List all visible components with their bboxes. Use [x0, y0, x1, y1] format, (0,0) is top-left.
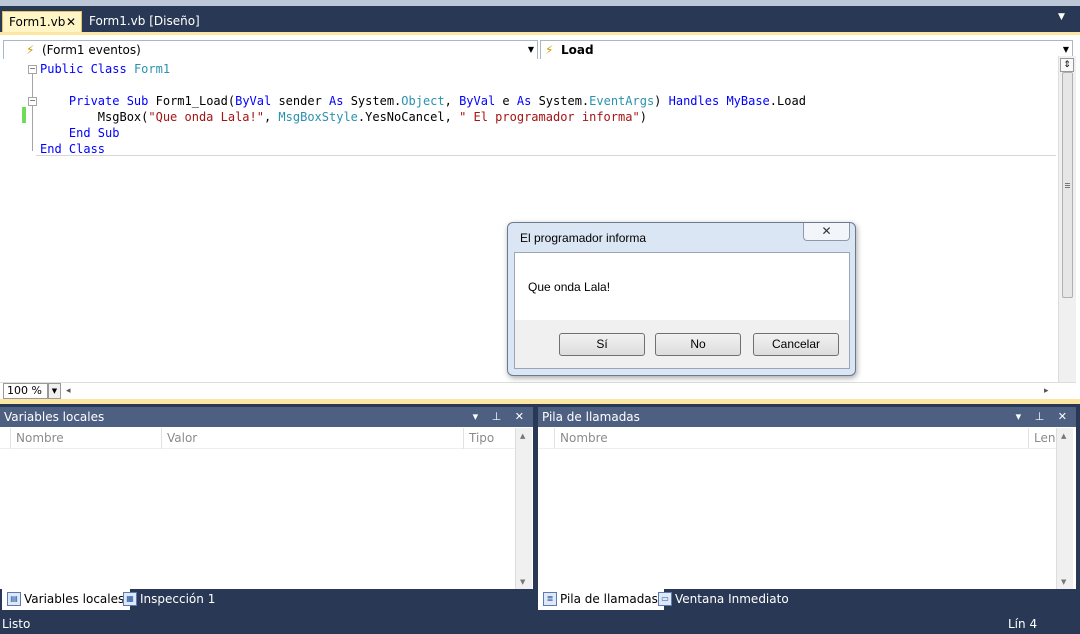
column-header-nombre[interactable]: Nombre — [554, 428, 1028, 448]
scroll-down-icon[interactable]: ▼ — [520, 578, 525, 586]
tab-inspeccion[interactable]: ▦ Inspección 1 — [118, 589, 221, 610]
dialog-message: Que onda Lala! — [528, 280, 611, 294]
chevron-down-icon[interactable]: ▼ — [528, 41, 534, 59]
pane-tools-icon[interactable]: ▾ ⊥ ✕ — [1016, 407, 1072, 427]
tab-label: Form1.vb — [9, 15, 66, 29]
title-strip — [0, 0, 1080, 6]
pane-title: Pila de llamadas — [542, 410, 640, 424]
pane-vertical-scrollbar[interactable]: ▲ ▼ — [1056, 428, 1073, 589]
scroll-up-icon[interactable]: ▲ — [1061, 432, 1066, 440]
column-header-valor[interactable]: Valor — [161, 428, 463, 449]
procedure-separator — [36, 155, 1056, 156]
tab-label: Inspección 1 — [140, 592, 216, 606]
tab-ventana-inmediato[interactable]: ▭ Ventana Inmediato — [653, 589, 795, 610]
column-header-nombre[interactable]: Nombre — [10, 428, 161, 449]
message-area: Que onda Lala! — [515, 253, 849, 320]
outline-line — [32, 71, 33, 151]
scroll-thumb[interactable] — [1062, 72, 1073, 298]
dialog-body: Que onda Lala! Sí No Cancelar — [514, 252, 850, 369]
tab-form1-vb[interactable]: Form1.vb ✕ — [2, 11, 82, 32]
tab-label: Pila de llamadas — [560, 592, 658, 606]
code-line: End Sub — [68, 126, 120, 140]
scroll-up-icon[interactable]: ▲ — [520, 432, 525, 440]
no-button[interactable]: No — [655, 333, 741, 356]
chevron-down-icon[interactable]: ▼ — [1058, 12, 1065, 22]
scroll-right-icon[interactable]: ▸ — [1044, 383, 1049, 399]
grip-icon — [1065, 183, 1070, 184]
tab-variables-locales[interactable]: ▤ Variables locales — [2, 589, 131, 610]
pane-vertical-scrollbar[interactable]: ▲ ▼ — [515, 428, 532, 589]
callstack-pane: Pila de llamadas ▾ ⊥ ✕ Nombre Leng ▲ ▼ — [538, 407, 1076, 589]
class-combo-value: (Form1 eventos) — [42, 43, 141, 57]
tab-pila-de-llamadas[interactable]: ≣ Pila de llamadas — [538, 589, 664, 610]
indicator-margin — [0, 59, 20, 385]
message-box-dialog: El programador informa ✕ Que onda Lala! … — [507, 222, 856, 376]
cancel-button[interactable]: Cancelar — [753, 333, 839, 356]
zoom-input[interactable]: 100 % — [3, 383, 48, 399]
scroll-down-icon[interactable]: ▼ — [1061, 578, 1066, 586]
class-name-combo[interactable]: ⚡ (Form1 eventos) ▼ — [3, 40, 538, 60]
close-icon[interactable]: ✕ — [66, 12, 76, 32]
pane-title-bar: Pila de llamadas ▾ ⊥ ✕ — [538, 407, 1076, 427]
dialog-title: El programador informa — [520, 231, 647, 245]
call-stack-icon: ≣ — [543, 592, 557, 606]
locals-window-icon: ▤ — [7, 592, 21, 606]
grid-header: Nombre Valor Tipo — [0, 428, 515, 449]
zoom-bar: 100 % ▼ ◂ ▸ — [0, 382, 1076, 399]
code-line: Public Class Form1 — [40, 62, 171, 76]
collapse-icon[interactable]: − — [28, 97, 37, 106]
event-icon: ⚡ — [545, 43, 554, 57]
split-icon[interactable]: ⇕ — [1060, 58, 1074, 72]
event-icon: ⚡ — [26, 43, 35, 57]
collapse-icon[interactable]: − — [28, 65, 37, 74]
change-marker — [22, 107, 26, 123]
yes-button[interactable]: Sí — [559, 333, 645, 356]
scroll-left-icon[interactable]: ◂ — [66, 383, 71, 399]
editor-border — [0, 399, 1080, 404]
code-line: MsgBox("Que onda Lala!", MsgBoxStyle.Yes… — [97, 110, 647, 124]
status-bar: Listo Lín 4 — [0, 614, 1080, 634]
tab-label: Ventana Inmediato — [675, 592, 789, 606]
column-header-lenguaje[interactable]: Leng — [1028, 428, 1056, 448]
close-button[interactable]: ✕ — [803, 223, 850, 241]
code-line: Private Sub Form1_Load(ByVal sender As S… — [68, 94, 806, 108]
tab-label: Variables locales — [24, 592, 125, 606]
column-header-tipo[interactable]: Tipo — [463, 428, 515, 449]
watch-window-icon: ▦ — [123, 592, 137, 606]
tab-form1-design[interactable]: Form1.vb [Diseño] — [83, 11, 200, 32]
grid-header: Nombre Leng — [538, 428, 1056, 449]
locals-pane: Variables locales ▾ ⊥ ✕ Nombre Valor Tip… — [0, 407, 533, 589]
status-text: Listo — [2, 617, 31, 631]
method-name-combo[interactable]: ⚡ Load ▼ — [540, 40, 1073, 60]
pane-title: Variables locales — [4, 410, 105, 424]
document-tab-strip: Form1.vb ✕ Form1.vb [Diseño] ▼ — [0, 0, 1080, 34]
status-line-number: Lín 4 — [1008, 617, 1038, 631]
code-lines: Public Class Form1 Private Sub Form1_Loa… — [40, 61, 806, 157]
immediate-window-icon: ▭ — [658, 592, 672, 606]
chevron-down-icon[interactable]: ▼ — [48, 383, 61, 399]
pane-title-bar: Variables locales ▾ ⊥ ✕ — [0, 407, 533, 427]
editor-vertical-scrollbar[interactable]: ⇕ — [1058, 56, 1076, 382]
method-combo-value: Load — [561, 43, 594, 57]
pane-tools-icon[interactable]: ▾ ⊥ ✕ — [473, 407, 529, 427]
